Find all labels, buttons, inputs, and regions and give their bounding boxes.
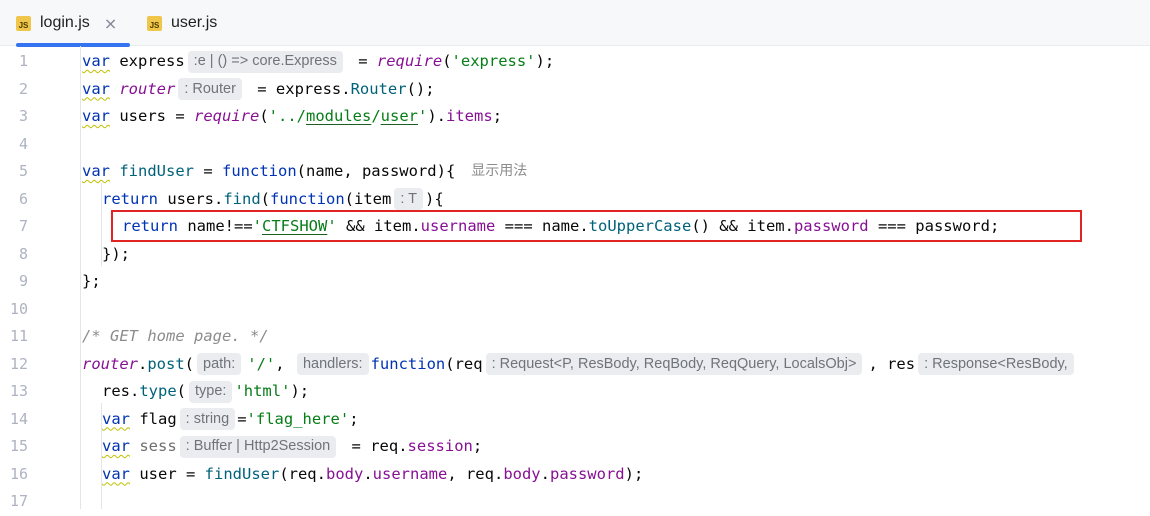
line-number-gutter: 1 2 3 4 5 6 7 8 9 10 11 12 13 14 15 16 17 [0, 46, 60, 510]
line-number[interactable]: 4 [0, 131, 28, 159]
code-editor[interactable]: 1 2 3 4 5 6 7 8 9 10 11 12 13 14 15 16 17 var express:e … [0, 46, 1150, 510]
tab-label: login.js [40, 14, 90, 31]
code-line-2[interactable]: var router: Router = express. Router (); [82, 76, 435, 104]
line-number[interactable]: 1 [0, 48, 28, 76]
code-line-16[interactable]: var user = findUser (req. body. username, r… [102, 461, 643, 489]
line-number[interactable]: 3 [0, 103, 28, 131]
indent-guide [80, 46, 81, 509]
parameter-hint[interactable]: path: [197, 353, 242, 376]
type-hint[interactable]: : string [179, 408, 236, 431]
type-hint[interactable]: : Buffer | Http2Session [179, 435, 337, 458]
code-line-8[interactable]: }); [102, 241, 130, 269]
javascript-file-icon: JS [16, 15, 31, 31]
type-hint[interactable]: :e | () => core.Express [187, 50, 343, 73]
type-hint[interactable]: : Request<P, ResBody, ReqBody, ReqQuery,… [485, 353, 863, 376]
type-hint[interactable]: : Router [178, 78, 242, 101]
line-number[interactable]: 10 [0, 296, 28, 324]
line-number[interactable]: 11 [0, 323, 28, 351]
line-number[interactable]: 12 [0, 351, 28, 379]
code-line-5[interactable]: var findUser = function (name, password){… [82, 158, 527, 186]
line-number[interactable]: 15 [0, 433, 28, 461]
close-tab-icon[interactable]: × [104, 14, 117, 33]
parameter-hint[interactable]: type: [189, 380, 233, 403]
editor-tab-bar: JS login.js × JS user.js [0, 0, 1150, 47]
tab-user-js[interactable]: JS user.js [147, 0, 217, 46]
type-hint[interactable]: : Response<ResBody, [918, 353, 1074, 376]
line-number[interactable]: 16 [0, 461, 28, 489]
javascript-file-icon: JS [147, 15, 162, 31]
line-number[interactable]: 7 [0, 213, 28, 241]
line-number[interactable]: 8 [0, 241, 28, 269]
line-number[interactable]: 5 [0, 158, 28, 186]
line-number[interactable]: 14 [0, 406, 28, 434]
code-line-9[interactable]: }; [82, 268, 101, 296]
code-line-1[interactable]: var express:e | () => core.Express = req… [82, 48, 554, 76]
code-line-6[interactable]: return users. find(function (item: T){ [102, 186, 444, 214]
code-line-12[interactable]: router. post(path: '/', handlers: function(… [82, 351, 1080, 379]
highlight-annotation-box [111, 210, 1082, 242]
code-line-3[interactable]: var users = require('../modules / user '). i… [82, 103, 502, 131]
line-number[interactable]: 17 [0, 488, 28, 516]
tab-login-js[interactable]: JS login.js × [16, 0, 130, 47]
code-line-13[interactable]: res. type(type:'html'); [102, 378, 309, 406]
code-line-15[interactable]: var sess: Buffer | Http2Session = req. se… [102, 433, 482, 461]
line-number[interactable]: 2 [0, 76, 28, 104]
code-line-14[interactable]: var flag: string ='flag_here'; [102, 406, 359, 434]
tab-label: user.js [171, 14, 218, 31]
type-hint[interactable]: : T [394, 188, 423, 211]
line-number[interactable]: 6 [0, 186, 28, 214]
code-line-11[interactable]: /* GET home page. */ [82, 323, 269, 351]
parameter-hint[interactable]: handlers: [296, 353, 369, 376]
line-number[interactable]: 13 [0, 378, 28, 406]
line-number[interactable]: 9 [0, 268, 28, 296]
show-usages-hint[interactable]: 显示用法 [471, 158, 527, 186]
